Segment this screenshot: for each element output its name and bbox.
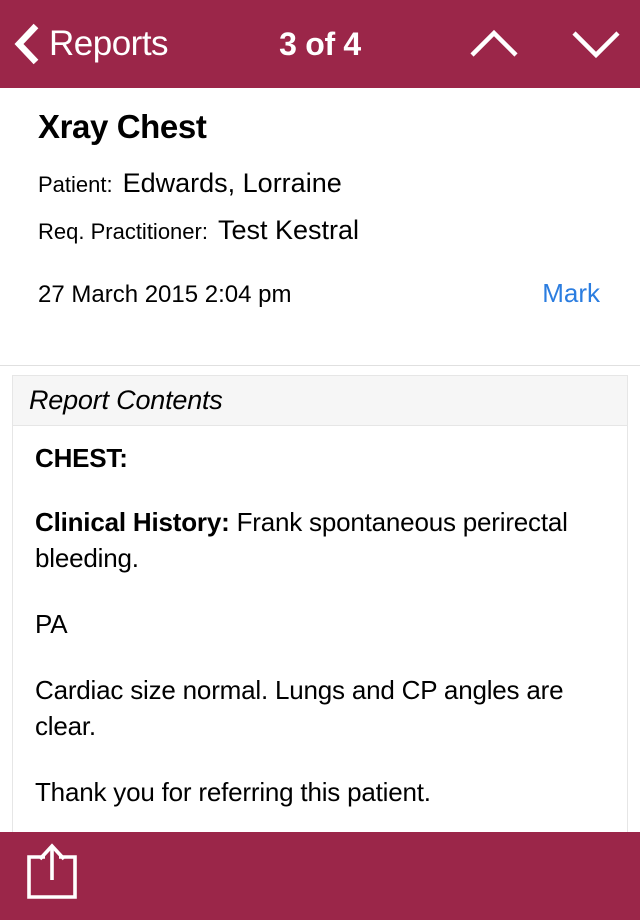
back-button[interactable]: Reports bbox=[0, 0, 169, 88]
report-paragraph: CHEST: bbox=[35, 440, 605, 476]
navigation-bar: Reports 3 of 4 bbox=[0, 0, 640, 88]
report-paragraph-text: Cardiac size normal. Lungs and CP angles… bbox=[35, 675, 564, 741]
share-upload-icon bbox=[27, 843, 77, 899]
chevron-down-icon bbox=[572, 31, 620, 59]
report-title: Xray Chest bbox=[38, 108, 207, 145]
report-paragraph-text: PA bbox=[35, 609, 68, 639]
previous-report-button[interactable] bbox=[466, 16, 522, 72]
patient-row: Patient: Edwards, Lorraine bbox=[0, 168, 640, 199]
report-contents-body: CHEST: Clinical History: Frank spontaneou… bbox=[13, 426, 627, 810]
report-paragraph: Cardiac size normal. Lungs and CP angles… bbox=[35, 672, 605, 744]
nav-arrows-group bbox=[466, 0, 624, 88]
report-header-info: Xray Chest Patient: Edwards, Lorraine Re… bbox=[0, 88, 640, 309]
section-divider bbox=[0, 365, 640, 366]
practitioner-name: Test Kestral bbox=[217, 215, 360, 245]
back-button-label: Reports bbox=[49, 24, 169, 63]
report-paragraph: PA bbox=[35, 606, 605, 642]
chevron-up-icon bbox=[470, 29, 518, 57]
report-paragraph-heading: Clinical History: bbox=[35, 507, 230, 537]
report-paragraph-text: Thank you for referring this patient. bbox=[35, 777, 431, 807]
patient-name: Edwards, Lorraine bbox=[122, 168, 342, 198]
date-and-mark-row: 27 March 2015 2:04 pm Mark bbox=[0, 246, 640, 309]
practitioner-row: Req. Practitioner: Test Kestral bbox=[0, 215, 640, 246]
chevron-left-icon bbox=[14, 23, 39, 65]
share-button[interactable] bbox=[16, 836, 88, 908]
mark-button[interactable]: Mark bbox=[542, 278, 600, 309]
report-contents-panel: Report Contents CHEST: Clinical History: … bbox=[12, 375, 628, 832]
report-date: 27 March 2015 2:04 pm bbox=[38, 281, 292, 308]
report-paragraph: Clinical History: Frank spontaneous peri… bbox=[35, 504, 605, 576]
practitioner-label: Req. Practitioner: bbox=[38, 219, 208, 244]
report-paragraph-heading: CHEST: bbox=[35, 443, 128, 473]
bottom-toolbar bbox=[0, 832, 640, 920]
report-paragraph: Thank you for referring this patient. bbox=[35, 774, 605, 810]
report-contents-title: Report Contents bbox=[29, 385, 223, 415]
next-report-button[interactable] bbox=[568, 16, 624, 72]
patient-label: Patient: bbox=[38, 172, 113, 197]
report-contents-header: Report Contents bbox=[13, 376, 627, 426]
